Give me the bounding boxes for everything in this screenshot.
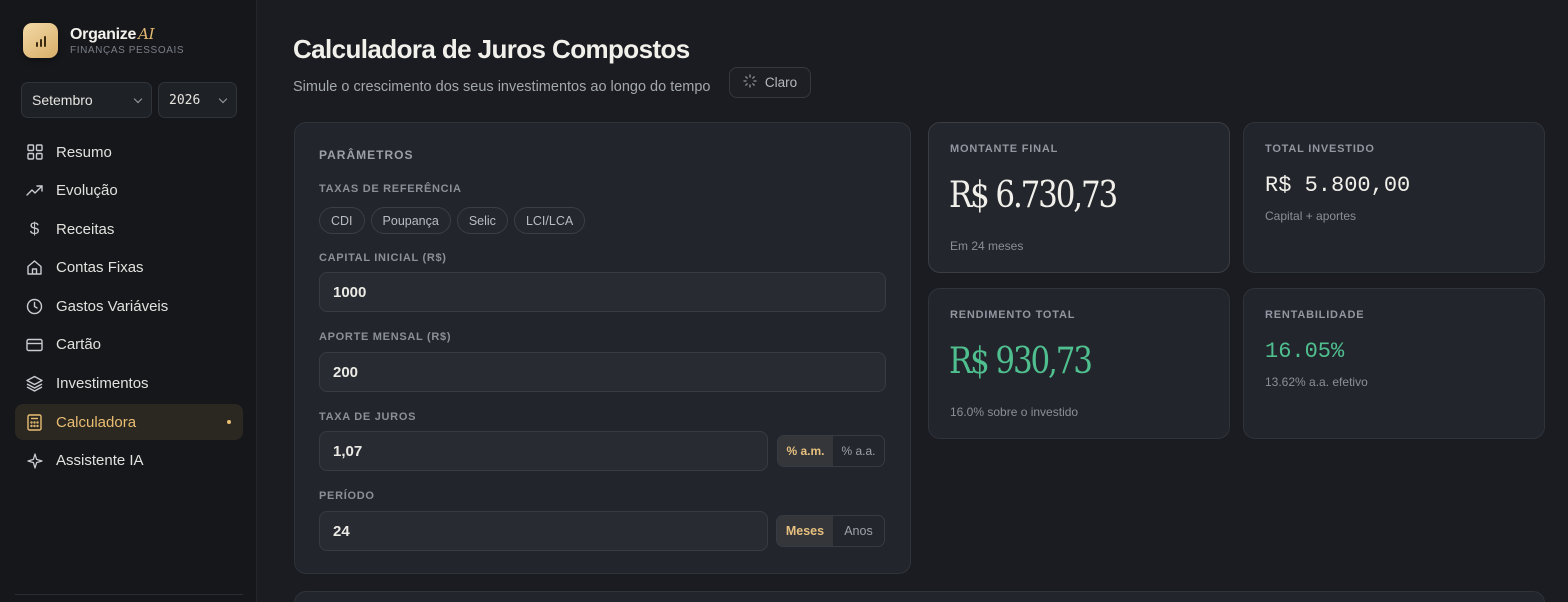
- capital-label: CAPITAL INICIAL (R$): [319, 252, 447, 264]
- montante-final-label: MONTANTE FINAL: [950, 143, 1059, 155]
- sidebar-item-label: Calculadora: [56, 413, 137, 431]
- sidebar-item-resumo[interactable]: Resumo: [15, 134, 243, 170]
- rendimento-total-note: 16.0% sobre o investido: [950, 405, 1079, 419]
- brand[interactable]: Organize AI FINANÇAS PESSOAIS: [23, 23, 184, 58]
- brand-ai: AI: [138, 25, 155, 43]
- home-icon: [26, 259, 43, 276]
- rendimento-total-value: R$ 930,73: [949, 341, 1093, 382]
- total-investido-card: TOTAL INVESTIDO R$ 5.800,00 Capital + ap…: [1243, 122, 1545, 273]
- taxa-label: TAXA DE JUROS: [319, 411, 417, 423]
- taxa-unit-monthly[interactable]: % a.m.: [778, 436, 833, 466]
- year-select[interactable]: 2026: [158, 82, 237, 118]
- aporte-label: APORTE MENSAL (R$): [319, 331, 452, 343]
- sidebar-item-contas-fixas[interactable]: Contas Fixas: [15, 250, 243, 286]
- page-title: Calculadora de Juros Compostos: [293, 34, 690, 64]
- rendimento-total-card: RENDIMENTO TOTAL R$ 930,73 16.0% sobre o…: [928, 288, 1230, 439]
- rentabilidade-note: 13.62% a.a. efetivo: [1265, 375, 1368, 389]
- sidebar-item-evolucao[interactable]: Evolução: [15, 173, 243, 209]
- capital-input[interactable]: 1000: [319, 272, 886, 312]
- grid-icon: [26, 144, 43, 161]
- sidebar-item-cartao[interactable]: Cartão: [15, 327, 243, 363]
- sidebar-item-label: Receitas: [56, 220, 115, 238]
- sidebar: Organize AI FINANÇAS PESSOAIS Setembro 20…: [0, 0, 257, 602]
- chip-poupanca[interactable]: Poupança: [370, 207, 451, 234]
- theme-toggle-button[interactable]: Claro: [729, 67, 811, 98]
- periodo-unit-months[interactable]: Meses: [777, 516, 833, 546]
- sidebar-item-receitas[interactable]: $ Receitas: [15, 211, 243, 247]
- chip-lci-lca[interactable]: LCI/LCA: [513, 207, 586, 234]
- sidebar-item-investimentos[interactable]: Investimentos: [15, 366, 243, 402]
- theme-toggle-label: Claro: [764, 75, 798, 90]
- active-indicator-dot: [227, 420, 231, 425]
- periodo-unit-years[interactable]: Anos: [833, 516, 884, 546]
- spinner-icon: [743, 74, 757, 91]
- taxa-unit-toggle: % a.m. % a.a.: [777, 435, 885, 467]
- periodo-label: PERÍODO: [319, 490, 375, 502]
- rentabilidade-label: RENTABILIDADE: [1265, 309, 1365, 321]
- sidebar-item-gastos-variaveis[interactable]: Gastos Variáveis: [15, 288, 243, 324]
- calculator-icon: [26, 413, 43, 431]
- montante-final-value: R$ 6.730,73: [949, 175, 1118, 216]
- logo-bar-chart-icon: [23, 23, 58, 58]
- sidebar-item-label: Assistente IA: [56, 452, 144, 470]
- parameters-title: PARÂMETROS: [319, 148, 414, 162]
- chevron-down-icon: [133, 94, 143, 103]
- sidebar-item-label: Resumo: [56, 143, 112, 161]
- sidebar-item-label: Cartão: [56, 336, 102, 354]
- total-investido-value: R$ 5.800,00: [1265, 173, 1411, 198]
- year-select-value: 2026: [169, 92, 201, 108]
- total-investido-note: Capital + aportes: [1265, 209, 1357, 223]
- sidebar-item-label: Investimentos: [56, 375, 149, 393]
- brand-name: Organize AI: [70, 25, 155, 43]
- rendimento-total-label: RENDIMENTO TOTAL: [950, 309, 1076, 321]
- credit-card-icon: [26, 336, 43, 353]
- sidebar-item-assistente-ia[interactable]: Assistente IA: [15, 443, 243, 479]
- montante-final-note: Em 24 meses: [950, 239, 1024, 253]
- trending-up-icon: [26, 182, 43, 199]
- rentabilidade-value: 16.05%: [1265, 339, 1345, 364]
- brand-subtitle: FINANÇAS PESSOAIS: [70, 45, 185, 56]
- chip-selic[interactable]: Selic: [456, 207, 508, 234]
- dollar-icon: $: [29, 219, 40, 239]
- rentabilidade-card: RENTABILIDADE 16.05% 13.62% a.a. efetivo: [1243, 288, 1545, 439]
- sidebar-item-label: Evolução: [56, 182, 118, 200]
- total-investido-label: TOTAL INVESTIDO: [1265, 143, 1375, 155]
- layers-icon: [26, 375, 43, 392]
- month-select[interactable]: Setembro: [21, 82, 152, 118]
- chevron-down-icon: [218, 94, 228, 103]
- month-select-value: Setembro: [32, 92, 93, 108]
- clock-icon: [26, 298, 43, 315]
- sidebar-nav: Resumo Evolução $ Receitas Contas Fixas …: [15, 134, 243, 481]
- sidebar-divider: [15, 594, 243, 595]
- taxa-input[interactable]: 1,07: [319, 431, 768, 471]
- sidebar-item-calculadora[interactable]: Calculadora: [15, 404, 243, 441]
- taxa-unit-yearly[interactable]: % a.a.: [833, 436, 884, 466]
- sidebar-item-label: Contas Fixas: [56, 259, 144, 277]
- parameters-card: PARÂMETROS TAXAS DE REFERÊNCIA CDI Poupa…: [294, 122, 911, 574]
- periodo-unit-toggle: Meses Anos: [776, 515, 885, 547]
- periodo-input[interactable]: 24: [319, 511, 768, 551]
- chip-cdi[interactable]: CDI: [319, 207, 365, 234]
- reference-rate-chips: CDI Poupança Selic LCI/LCA: [319, 207, 586, 234]
- page-subtitle: Simule o crescimento dos seus investimen…: [293, 79, 711, 95]
- sidebar-item-label: Gastos Variáveis: [56, 297, 169, 315]
- reference-rates-label: TAXAS DE REFERÊNCIA: [319, 183, 462, 195]
- aporte-input[interactable]: 200: [319, 352, 886, 392]
- montante-final-card: MONTANTE FINAL R$ 6.730,73 Em 24 meses: [928, 122, 1230, 273]
- sparkle-icon: [26, 452, 43, 469]
- chart-card: [294, 591, 1545, 602]
